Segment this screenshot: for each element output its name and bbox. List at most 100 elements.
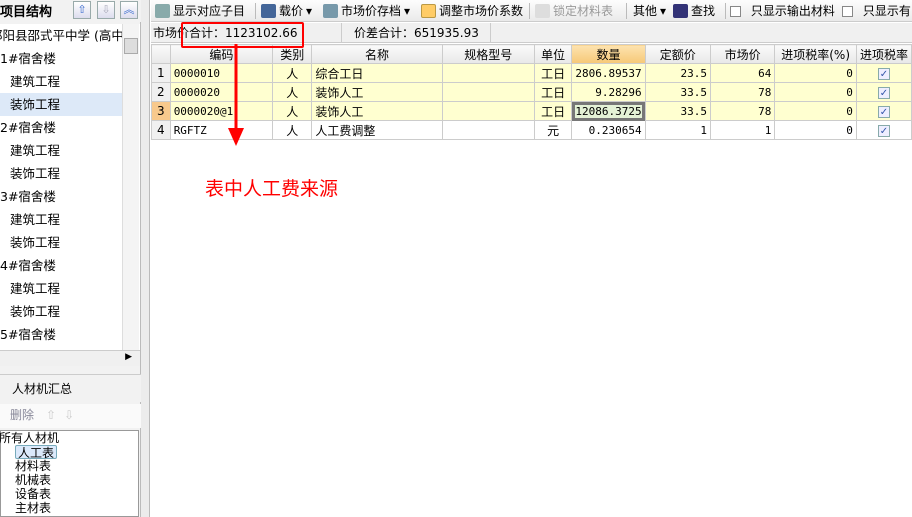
cell-n[interactable]: 2 (151, 82, 171, 102)
cell-tax-checkbox[interactable]: ✓ (855, 101, 912, 121)
cell-tax[interactable]: 0 (774, 63, 857, 83)
column-header[interactable]: 名称 (311, 44, 443, 64)
cell-name[interactable]: 装饰人工 (311, 82, 443, 102)
cell-unit[interactable]: 工日 (533, 101, 573, 121)
table-row[interactable]: 4 RGFTZ 人人工费调整元 0.230654 1 1 0 ✓ (151, 120, 912, 140)
cell-spec[interactable] (441, 101, 535, 121)
column-header[interactable]: 单位 (533, 44, 573, 64)
load-price-button[interactable]: 载价 ▾ (261, 1, 312, 21)
cell-code[interactable]: 0000010 (169, 63, 274, 83)
tree-item[interactable]: 1#宿舍楼 (0, 47, 122, 70)
tree-item[interactable]: 装饰工程 (0, 231, 122, 254)
cell-n[interactable]: 1 (151, 63, 171, 83)
column-header[interactable] (151, 44, 171, 64)
cell-type[interactable]: 人 (272, 120, 313, 140)
tree-item[interactable]: 邵阳县邵式平中学 (高中) (0, 24, 129, 47)
tree-item[interactable]: 5#宿舍楼 (0, 323, 122, 346)
checkbox[interactable]: ✓ (877, 87, 890, 99)
tree-vertical-scrollbar[interactable] (122, 24, 139, 350)
cell-market[interactable]: 1 (709, 120, 776, 140)
cell-name[interactable]: 综合工日 (311, 63, 443, 83)
cell-quota[interactable]: 1 (644, 120, 711, 140)
find-button[interactable]: 查找 (673, 1, 715, 21)
down-icon[interactable]: ⇩ (64, 408, 74, 422)
checkbox[interactable]: ✓ (877, 106, 890, 118)
column-header[interactable]: 市场价 (709, 44, 776, 64)
move-up-button[interactable]: ⇧ (73, 1, 91, 19)
cell-name[interactable]: 人工费调整 (311, 120, 443, 140)
category-item[interactable]: 设备表 (15, 487, 51, 501)
cell-code[interactable]: 0000020@1 (169, 101, 274, 121)
move-down-button[interactable]: ⇩ (97, 1, 115, 19)
cell-quota[interactable]: 33.5 (644, 101, 711, 121)
lock-material-button[interactable]: 锁定材料表 (535, 1, 613, 21)
tab-summary[interactable]: 人材机汇总 (0, 374, 141, 402)
cell-code[interactable]: RGFTZ (169, 120, 274, 140)
tree-item[interactable]: 装饰工程 (0, 162, 122, 185)
collapse-icon[interactable]: ︽ (120, 1, 138, 19)
tree-item[interactable]: 建筑工程 (0, 139, 122, 162)
column-header[interactable]: 进项税率(%) (774, 44, 857, 64)
cell-quota[interactable]: 33.5 (644, 82, 711, 102)
cell-quota[interactable]: 23.5 (644, 63, 711, 83)
cell-name[interactable]: 装饰人工 (311, 101, 443, 121)
tree-item[interactable]: 建筑工程 (0, 208, 122, 231)
cell-tax[interactable]: 0 (774, 120, 857, 140)
category-item[interactable]: 材料表 (15, 459, 51, 473)
cell-qty[interactable]: 2806.89537 (571, 63, 646, 83)
checkbox[interactable]: ✓ (877, 68, 890, 80)
save-price-button[interactable]: 市场价存档 ▾ (323, 1, 410, 21)
column-header[interactable]: 规格型号 (441, 44, 535, 64)
cell-market[interactable]: 78 (709, 82, 776, 102)
cell-n[interactable]: 4 (151, 120, 171, 140)
tree-item[interactable]: 装饰工程 (0, 300, 122, 323)
column-header[interactable]: 数量 (571, 44, 646, 64)
adjust-coefficient-button[interactable]: 调整市场价系数 (421, 1, 523, 21)
cell-spec[interactable] (441, 82, 535, 102)
cell-market[interactable]: 64 (709, 63, 776, 83)
column-header[interactable]: 进项税率 (855, 44, 912, 64)
other-menu[interactable]: 其他 ▾ (633, 1, 666, 21)
only-some-checkbox[interactable]: 只显示有 (842, 1, 911, 21)
cell-spec[interactable] (441, 63, 535, 83)
delete-button[interactable]: 删除 (10, 408, 34, 422)
tree-item[interactable]: 建筑工程 (0, 70, 122, 93)
category-item[interactable]: 人工表 (15, 445, 58, 460)
table-row[interactable]: 3 0000020@1 人装饰人工 工日 12086.3725 33.5 78 0 ✓ (151, 101, 912, 121)
cell-unit[interactable]: 工日 (533, 63, 573, 83)
cell-tax[interactable]: 0 (774, 101, 857, 121)
tree-item[interactable]: 4#宿舍楼 (0, 254, 122, 277)
cell-type[interactable]: 人 (272, 82, 313, 102)
cell-tax-checkbox[interactable]: ✓ (855, 63, 912, 83)
tree-item[interactable]: 3#宿舍楼 (0, 185, 122, 208)
cell-spec[interactable] (441, 120, 535, 140)
category-item[interactable]: 主材表 (15, 501, 51, 515)
cell-type[interactable]: 人 (272, 101, 313, 121)
show-child-button[interactable]: 显示对应子目 (155, 1, 245, 21)
table-row[interactable]: 2 0000020 人装饰人工 工日 9.28296 33.5 78 0 ✓ (151, 82, 912, 102)
cell-qty[interactable]: 12086.3725 (571, 101, 646, 121)
cell-type[interactable]: 人 (272, 63, 313, 83)
cell-code[interactable]: 0000020 (169, 82, 274, 102)
cell-qty[interactable]: 0.230654 (571, 120, 646, 140)
cell-unit[interactable]: 工日 (533, 82, 573, 102)
cell-tax-checkbox[interactable]: ✓ (855, 82, 912, 102)
cell-market[interactable]: 78 (709, 101, 776, 121)
checkbox[interactable]: ✓ (877, 125, 890, 137)
tree-item[interactable]: 2#宿舍楼 (0, 116, 122, 139)
up-icon[interactable]: ⇧ (46, 408, 56, 422)
cell-n[interactable]: 3 (151, 101, 171, 121)
table-row[interactable]: 1 0000010 人综合工日 工日 2806.89537 23.5 64 0 ✓ (151, 63, 912, 83)
only-output-checkbox[interactable]: 只显示输出材料 (730, 1, 835, 21)
tree-horizontal-scrollbar[interactable]: ▶ (0, 350, 140, 366)
tree-item[interactable]: 建筑工程 (0, 277, 122, 300)
category-item[interactable]: 机械表 (15, 473, 51, 487)
cell-unit[interactable]: 元 (533, 120, 573, 140)
cell-tax[interactable]: 0 (774, 82, 857, 102)
cell-qty[interactable]: 9.28296 (571, 82, 646, 102)
panel-splitter[interactable] (141, 0, 150, 517)
column-header[interactable]: 定额价 (644, 44, 711, 64)
category-root[interactable]: 所有人材机 (0, 431, 59, 445)
cell-tax-checkbox[interactable]: ✓ (855, 120, 912, 140)
tree-item[interactable]: 装饰工程 (0, 93, 122, 116)
